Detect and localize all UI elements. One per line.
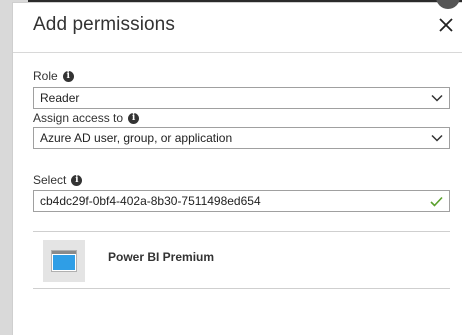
select-input-value: cb4dc29f-0bf4-402a-8b30-7511498ed654	[40, 194, 261, 208]
close-button[interactable]	[436, 15, 456, 35]
select-label-row: Select i	[33, 173, 83, 187]
chevron-down-icon	[431, 134, 443, 142]
assign-access-select-value: Azure AD user, group, or application	[40, 131, 233, 145]
add-permissions-blade: Add permissions Role i Reader Assign acc…	[12, 0, 462, 335]
app-tile	[43, 240, 85, 282]
blade-title: Add permissions	[33, 14, 175, 35]
assign-access-label: Assign access to	[33, 111, 124, 125]
close-icon	[439, 18, 453, 32]
assign-access-label-row: Assign access to i	[33, 111, 140, 125]
app-name: Power BI Premium	[108, 250, 215, 264]
select-label: Select	[33, 173, 67, 187]
application-window-icon	[51, 250, 77, 272]
list-item[interactable]: Power BI Premium	[33, 232, 450, 288]
checkmark-icon	[430, 196, 443, 207]
role-select[interactable]: Reader	[33, 87, 450, 109]
assign-access-select[interactable]: Azure AD user, group, or application	[33, 127, 450, 149]
select-search-input[interactable]: cb4dc29f-0bf4-402a-8b30-7511498ed654	[33, 190, 450, 212]
search-results-list: Power BI Premium	[33, 231, 450, 289]
blade-header: Add permissions	[13, 0, 462, 53]
role-select-value: Reader	[40, 91, 80, 105]
avatar[interactable]	[436, 0, 460, 9]
role-label: Role	[33, 69, 58, 83]
info-icon[interactable]: i	[71, 174, 83, 186]
role-label-row: Role i	[33, 69, 74, 83]
info-icon[interactable]: i	[128, 112, 140, 124]
chevron-down-icon	[431, 94, 443, 102]
info-icon[interactable]: i	[62, 70, 74, 82]
